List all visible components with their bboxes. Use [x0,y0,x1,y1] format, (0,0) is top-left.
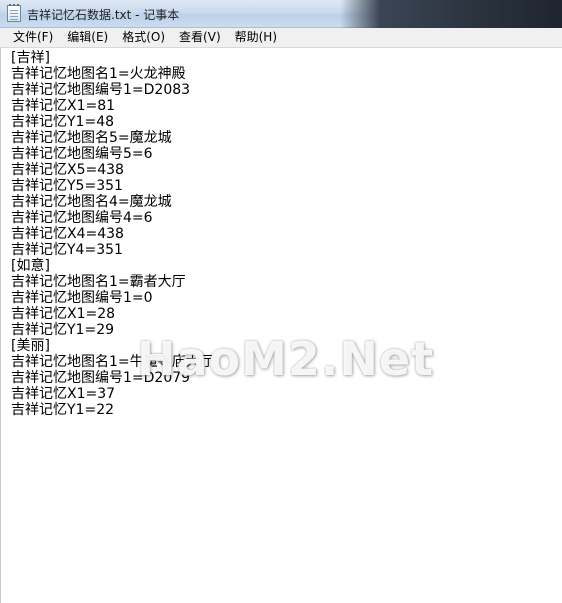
notepad-icon[interactable] [7,4,21,22]
notepad-window: 吉祥记忆石数据.txt - 记事本 文件(F) 编辑(E) 格式(O) 查看(V… [0,0,562,603]
text-line: 吉祥记忆地图编号4=6 [11,210,153,226]
text-editor-area[interactable]: [吉祥] 吉祥记忆地图名1=火龙神殿 吉祥记忆地图编号1=D2083 吉祥记忆X… [0,48,562,603]
menu-view[interactable]: 查看(V) [172,28,228,47]
text-line: [吉祥] [11,50,50,66]
text-line: 吉祥记忆X5=438 [11,162,124,178]
menu-file[interactable]: 文件(F) [6,28,60,47]
text-line: [如意] [11,258,50,274]
text-line: 吉祥记忆地图名4=魔龙城 [11,194,172,210]
text-line: 吉祥记忆地图编号5=6 [11,146,153,162]
text-line: 吉祥记忆Y1=22 [11,402,115,418]
text-line: 吉祥记忆地图名1=火龙神殿 [11,66,186,82]
text-line: 吉祥记忆X1=37 [11,386,116,402]
text-line: 吉祥记忆地图名5=魔龙城 [11,130,172,146]
text-line: 吉祥记忆地图编号1=0 [11,290,153,306]
title-bar-background [340,0,562,28]
text-line: 吉祥记忆Y1=48 [11,114,115,130]
text-line: 吉祥记忆Y5=351 [11,178,123,194]
window-title: 吉祥记忆石数据.txt - 记事本 [27,8,180,22]
text-line: 吉祥记忆Y4=351 [11,242,123,258]
text-line: 吉祥记忆X1=81 [11,98,116,114]
menu-bar: 文件(F) 编辑(E) 格式(O) 查看(V) 帮助(H) [0,28,562,48]
text-line: 吉祥记忆地图编号1=D2083 [11,82,191,98]
menu-format[interactable]: 格式(O) [115,28,172,47]
menu-help[interactable]: 帮助(H) [228,28,284,47]
title-bar[interactable]: 吉祥记忆石数据.txt - 记事本 [0,0,562,28]
text-line: 吉祥记忆X1=28 [11,306,116,322]
text-line: 吉祥记忆X4=438 [11,226,124,242]
menu-edit[interactable]: 编辑(E) [60,28,115,47]
text-line: 吉祥记忆地图名1=霸者大厅 [11,274,186,290]
watermark: HaoM2.Net [137,332,435,386]
